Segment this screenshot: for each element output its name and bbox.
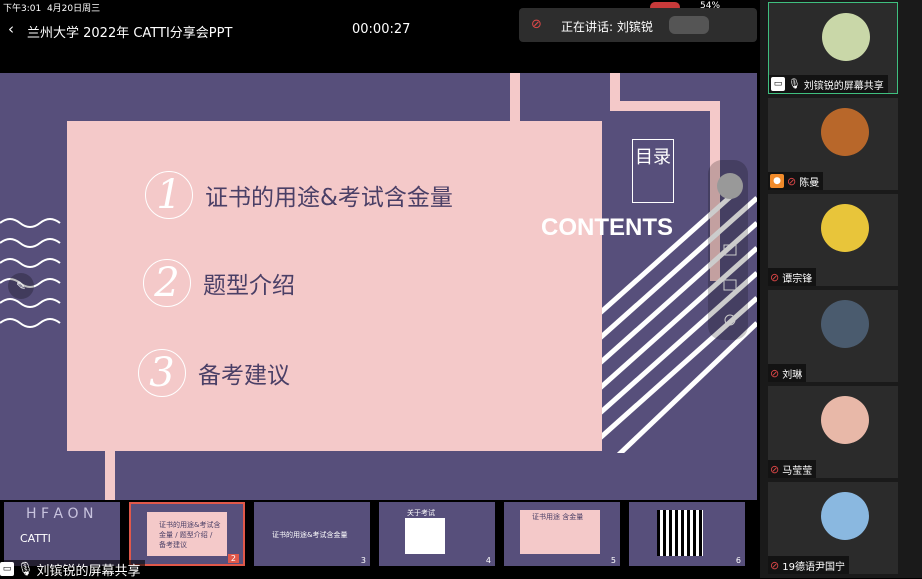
participant-tile-1[interactable]: ▭ 🎙 刘镔锐的屏幕共享 [768,2,898,94]
speaking-label: 正在讲话: 刘镔锐 [561,20,653,34]
screen-share-icon: ▭ [771,77,785,91]
avatar [821,204,869,252]
status-time: 下午3:01 4月20日周三 [3,4,101,14]
participant-tile-6[interactable]: ⊘ 19德语尹国宁 [768,482,898,574]
mic-muted-icon: ⊘ [770,462,780,476]
toc-title: 目录 [632,139,674,203]
thumbnail-5[interactable]: 证书用途 含金量 5 [504,502,620,566]
toc-number: 3 [138,349,186,397]
mic-icon: 🎙 [788,78,801,90]
mic-icon: 🎙 [17,561,34,577]
annotation-toolbar[interactable] [708,160,748,340]
share-label: 刘镔锐的屏幕共享 [36,563,141,579]
toc-label: 备考建议 [198,363,290,389]
nameplate: ● ⊘ 陈曼 [768,172,824,190]
mic-muted-icon: ⊘ [770,270,780,284]
thumb-number: 2 [227,554,239,563]
thumbnail-2[interactable]: 证书的用途&考试含金量 / 题型介绍 / 备考建议 2 [129,502,245,566]
meeting-title: 兰州大学 2022年 CATTI分享会PPT [27,26,233,41]
nameplate: ▭ 🎙 刘镔锐的屏幕共享 [769,75,888,93]
deco-line [105,451,115,500]
participant-name: 刘琳 [782,369,803,381]
qr-code [657,510,703,556]
nameplate: ⊘ 19德语尹国宁 [768,556,849,574]
avatar [821,108,869,156]
thumbnail-3[interactable]: 证书的用途&考试含金量 3 [254,502,370,566]
avatar [821,300,869,348]
pen-icon[interactable]: ✎ [8,273,34,299]
nameplate: ⊘ 马莹莹 [768,460,817,478]
toc-item-2: 2 题型介绍 [143,259,295,307]
thumb-caption: 证书的用途&考试含金量 [272,531,348,539]
mic-muted-icon: ⊘ [531,17,542,32]
deco-line [510,73,520,121]
speaker-avatar-blur [669,16,709,34]
participant-name: 谭宗锋 [782,273,813,285]
thumb-number: 6 [735,556,741,565]
thumbnail-1[interactable]: CATTI H F A O N [4,502,120,566]
mic-muted-icon: ⊘ [770,366,780,380]
participant-tile-2[interactable]: ● ⊘ 陈曼 [768,98,898,190]
user-icon: ● [770,174,784,188]
deco-line [610,101,720,111]
avatar [821,492,869,540]
meeting-timer: 00:00:27 [352,22,411,37]
thumb-caption: 证书用途 含金量 [532,513,584,521]
participant-tile-5[interactable]: ⊘ 马莹莹 [768,386,898,478]
participant-tile-4[interactable]: ⊘ 刘琳 [768,290,898,382]
toc-number: 1 [145,171,193,219]
participant-tile-3[interactable]: ⊘ 谭宗锋 [768,194,898,286]
thumb-logo: H F A O N [26,506,94,522]
thumb-figure [405,518,445,554]
avatar [822,13,870,61]
participant-name: 陈曼 [799,177,820,189]
participant-name: 19德语尹国宁 [782,561,845,573]
shared-slide: 1 证书的用途&考试含金量 2 题型介绍 3 备考建议 目录 CONTENTS … [0,73,757,500]
participant-name: 马莹莹 [782,465,813,477]
thumb-number: 3 [360,556,366,565]
speaking-indicator: ⊘ 正在讲话: 刘镔锐 [519,8,757,42]
toc-label: 题型介绍 [203,273,295,299]
share-label-bar: ▭ 🎙 刘镔锐的屏幕共享 [0,560,145,579]
thumbnail-4[interactable]: 关于考试 4 [379,502,495,566]
chevron-left-icon[interactable]: ‹ [8,20,14,38]
thumb-number: 4 [485,556,491,565]
toc-item-1: 1 证书的用途&考试含金量 [145,171,453,219]
thumb-number: 5 [610,556,616,565]
toc-number: 2 [143,259,191,307]
mic-muted-icon: ⊘ [770,558,780,572]
avatar [821,396,869,444]
toc-item-3: 3 备考建议 [138,349,290,397]
thumb-caption: CATTI [20,532,51,545]
thumb-caption: 关于考试 [407,509,435,517]
toc-label: 证书的用途&考试含金量 [205,185,453,211]
participant-name: 刘镔锐的屏幕共享 [803,80,884,92]
thumbnail-6[interactable]: 6 [629,502,745,566]
thumb-caption: 证书的用途&考试含金量 / 题型介绍 / 备考建议 [159,521,221,549]
screen-share-icon: ▭ [0,562,14,576]
nameplate: ⊘ 谭宗锋 [768,268,817,286]
mic-muted-icon: ⊘ [787,174,797,188]
contents-label: CONTENTS [541,214,673,241]
nameplate: ⊘ 刘琳 [768,364,807,382]
